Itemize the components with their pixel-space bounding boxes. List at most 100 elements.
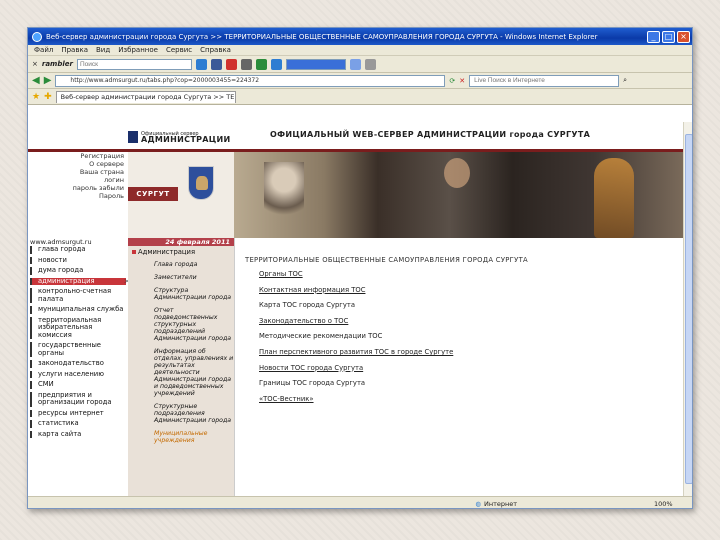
menu-edit[interactable]: Правка: [61, 46, 88, 54]
sub-nav: Администрация Глава города Заместители С…: [128, 246, 234, 496]
nav-item-media[interactable]: СМИ: [30, 380, 126, 389]
link-item[interactable]: План перспективного развития ТОС в город…: [259, 348, 453, 356]
page-content: Официальный сервер АДМИНИСТРАЦИИ ОФИЦИАЛ…: [28, 122, 683, 496]
link-item[interactable]: Границы ТОС города Сургута: [259, 379, 453, 387]
minimize-button[interactable]: _: [647, 30, 660, 43]
rambler-toolbar: × rambler: [28, 56, 692, 73]
mail-icon[interactable]: [225, 58, 237, 70]
nav-item-administration[interactable]: администрация: [30, 277, 134, 285]
nav-item-duma[interactable]: дума города: [30, 266, 126, 275]
live-search-input[interactable]: [469, 74, 620, 87]
nav-item-enterprises[interactable]: предприятия и организации города: [30, 391, 126, 407]
vertical-scrollbar[interactable]: [683, 122, 692, 496]
main-area: ТЕРРИТОРИАЛЬНЫЕ ОБЩЕСТВЕННЫЕ САМОУПРАВЛЕ…: [234, 238, 683, 496]
refresh-icon[interactable]: [195, 58, 207, 70]
subnav-item[interactable]: Структура Администрации города: [132, 287, 234, 301]
banner-figure-left: [264, 162, 304, 222]
close-button[interactable]: ×: [677, 30, 690, 43]
back-icon[interactable]: ◀: [32, 75, 40, 86]
nav-item-municipal-service[interactable]: муниципальная служба: [30, 305, 126, 314]
login-line-3[interactable]: Ваша страна: [28, 168, 124, 176]
favorites-star-icon[interactable]: ★: [32, 92, 40, 102]
link-item[interactable]: «ТОС-Вестник»: [259, 395, 453, 403]
nav-item-election-commission[interactable]: территориальная избирательная комиссия: [30, 316, 126, 339]
login-line-6[interactable]: Пароль: [28, 192, 124, 200]
tab-active[interactable]: Веб-сервер администрации города Сургута …: [55, 90, 236, 103]
link-item[interactable]: Методические рекомендации ТОС: [259, 332, 453, 340]
subnav-item[interactable]: Структурные подразделения Администрации …: [132, 403, 234, 424]
site-logo[interactable]: Официальный сервер АДМИНИСТРАЦИИ: [128, 126, 258, 148]
browser-window: Веб-сервер администрации города Сургута …: [27, 27, 693, 509]
menu-file[interactable]: Файл: [34, 46, 53, 54]
banner-firefighter: [594, 158, 634, 238]
toolbar-field[interactable]: [285, 58, 346, 70]
address-bar: ◀ ▶ http://www.admsurgut.ru/tabs.php?cop…: [28, 73, 692, 89]
subnav-item[interactable]: Глава города: [132, 261, 234, 268]
nav-item-legislation[interactable]: законодательство: [30, 359, 126, 368]
stop-icon[interactable]: ✕: [459, 77, 465, 85]
close-toolbar-icon[interactable]: ×: [32, 60, 38, 68]
city-label: СУРГУТ: [128, 187, 178, 201]
weather-icon[interactable]: [255, 58, 267, 70]
toolbar-search-input[interactable]: [76, 58, 192, 70]
login-line-4[interactable]: логин: [28, 176, 124, 184]
nav-item-statistics[interactable]: статистика: [30, 419, 126, 428]
site-title: ОФИЦИАЛЬНЫЙ WEB-СЕРВЕР АДМИНИСТРАЦИИ гор…: [270, 130, 591, 139]
subnav-item[interactable]: Заместители: [132, 274, 234, 281]
city-coat-of-arms-icon: [188, 166, 214, 200]
nav-item-internet-resources[interactable]: ресурсы интернет: [30, 409, 126, 417]
link-item[interactable]: Контактная информация ТОС: [259, 286, 453, 294]
banner-figure-middle: [444, 158, 470, 188]
ie-icon: [32, 31, 42, 42]
login-line-5[interactable]: пароль забыли: [28, 184, 124, 192]
subnav-item[interactable]: Отчет подведомственных структурных подра…: [132, 307, 234, 342]
link-item[interactable]: Органы ТОС: [259, 270, 453, 278]
link-item[interactable]: Новости ТОС города Сургута: [259, 364, 453, 372]
bookmark-icon[interactable]: [349, 58, 361, 70]
maximize-button[interactable]: □: [662, 30, 675, 43]
login-panel: Регистрация О сервере Ваша страна логин …: [28, 152, 128, 238]
nav-item-sitemap[interactable]: карта сайта: [30, 430, 126, 438]
subnav-item[interactable]: Муниципальные учреждения: [132, 430, 234, 444]
rambler-brand[interactable]: rambler: [42, 60, 73, 68]
subnav-header-label: Администрация: [138, 248, 196, 256]
photo-icon[interactable]: [240, 58, 252, 70]
scrollbar-thumb[interactable]: [685, 134, 692, 484]
subnav-item[interactable]: Информация об отделах, управлениях и рез…: [132, 348, 234, 397]
nav-item-audit-chamber[interactable]: контрольно-счетная палата: [30, 287, 126, 303]
window-title: Веб-сервер администрации города Сургута …: [46, 32, 598, 41]
current-date: 24 февраля 2011: [128, 238, 234, 246]
link-item[interactable]: Карта ТОС города Сургута: [259, 301, 453, 309]
nav-item-news[interactable]: новости: [30, 256, 126, 264]
logo-big-text: АДМИНИСТРАЦИИ: [141, 134, 231, 144]
login-line-1[interactable]: Регистрация: [28, 152, 124, 160]
link-list: Органы ТОС Контактная информация ТОС Кар…: [259, 270, 453, 410]
login-line-2[interactable]: О сервере: [28, 160, 124, 168]
news-icon[interactable]: [270, 58, 282, 70]
settings-icon[interactable]: [364, 58, 376, 70]
search-icon[interactable]: ⌕: [623, 76, 627, 85]
menu-tools[interactable]: Сервис: [166, 46, 192, 54]
nav-item-mayor[interactable]: глава города: [30, 245, 126, 254]
globe-icon: ◍: [475, 499, 481, 508]
refresh-button-icon[interactable]: ⟳: [449, 77, 455, 85]
bullet-icon: [132, 250, 136, 254]
menu-view[interactable]: Вид: [96, 46, 110, 54]
tab-bar: ★ ✚ Веб-сервер администрации города Сург…: [28, 89, 692, 105]
social-icon[interactable]: [210, 58, 222, 70]
address-input[interactable]: http://www.admsurgut.ru/tabs.php?cop=200…: [55, 74, 446, 87]
nav-item-services[interactable]: услуги населению: [30, 370, 126, 378]
menu-bar: Файл Правка Вид Избранное Сервис Справка: [28, 45, 692, 56]
zoom-level[interactable]: 100%: [654, 500, 692, 508]
link-item[interactable]: Законодательство о ТОС: [259, 317, 453, 325]
forward-icon[interactable]: ▶: [44, 75, 52, 86]
menu-favorites[interactable]: Избранное: [118, 46, 158, 54]
logo-emblem-icon: [128, 131, 138, 143]
title-bar: Веб-сервер администрации города Сургута …: [28, 28, 692, 45]
menu-help[interactable]: Справка: [200, 46, 231, 54]
left-nav: глава города новости дума города админис…: [28, 245, 134, 496]
header-banner-image: [234, 152, 683, 238]
nav-item-state-bodies[interactable]: государственные органы: [30, 341, 126, 357]
add-favorites-icon[interactable]: ✚: [44, 92, 52, 102]
city-emblem-block: СУРГУТ: [128, 152, 234, 238]
